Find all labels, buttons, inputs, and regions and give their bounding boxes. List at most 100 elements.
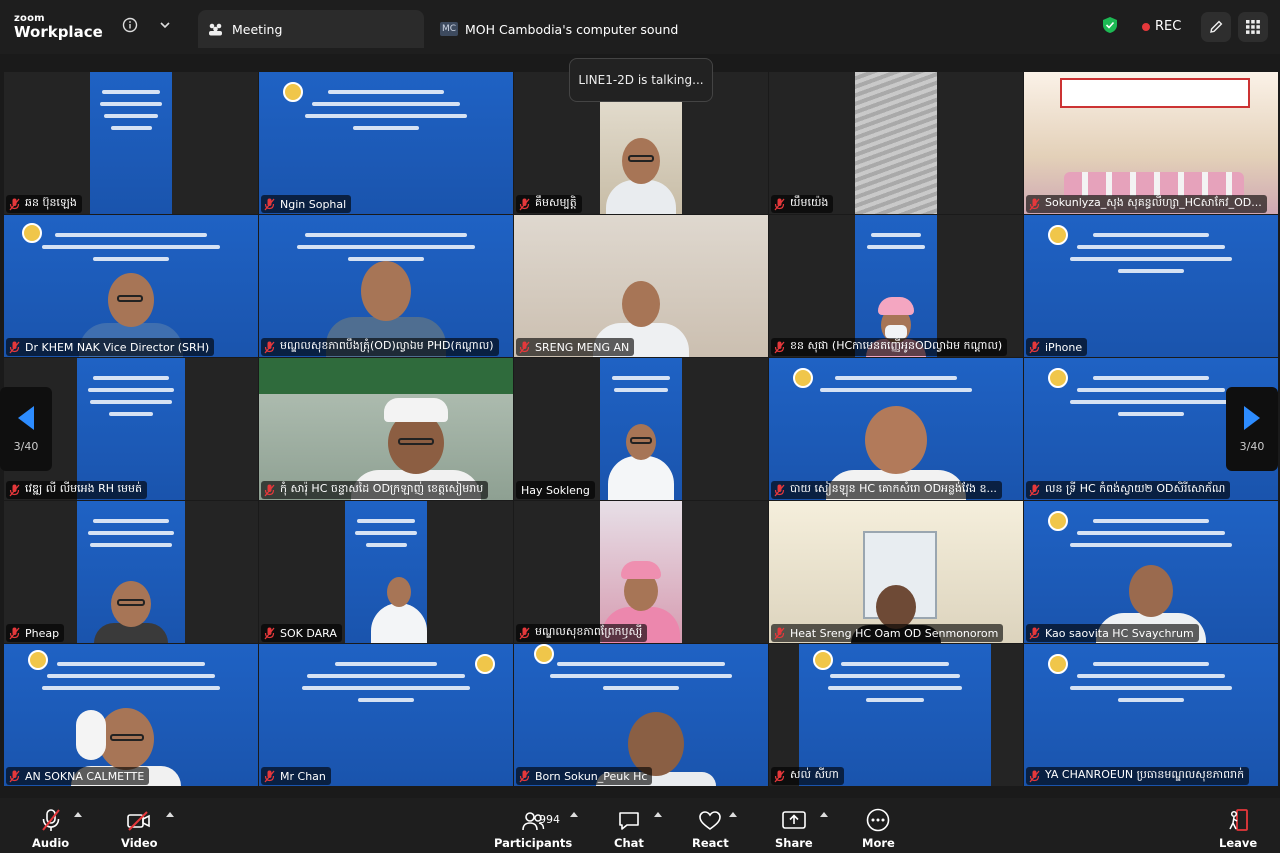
participant-name-label: Born Sokun_Peuk Hc — [516, 767, 653, 785]
video-feed — [600, 501, 682, 643]
video-off-icon — [126, 806, 152, 832]
video-feed — [514, 644, 768, 786]
participant-name: សល់ សីហា — [790, 768, 839, 781]
video-feed — [855, 215, 937, 357]
video-options-caret[interactable] — [166, 812, 174, 817]
mic-muted-icon — [40, 806, 62, 832]
chat-button[interactable]: Chat — [614, 806, 644, 850]
chat-options-caret[interactable] — [654, 812, 662, 817]
mic-muted-icon — [264, 198, 275, 210]
participant-silhouette — [371, 577, 427, 643]
video-tile[interactable]: SRENG MENG AN — [514, 215, 768, 357]
pencil-icon — [1208, 19, 1224, 35]
participant-name: iPhone — [1045, 340, 1083, 354]
video-tile[interactable]: Born Sokun_Peuk Hc — [514, 644, 768, 786]
participant-name-label: Heat Sreng HC Oam OD Senmonorom — [771, 624, 1004, 642]
participant-name: យឹមយ៉េង — [790, 196, 829, 209]
mic-muted-icon — [774, 198, 785, 210]
rec-label: REC — [1155, 19, 1182, 34]
video-tile[interactable]: Heat Sreng HC Oam OD Senmonorom — [769, 501, 1023, 643]
video-tile[interactable]: Sokunlyza_សុង សុគន្ធលីហ្សា_HCសាកែវ_OD... — [1024, 72, 1278, 214]
video-tile[interactable]: ខន សុផា (HCកាមេនតញ្ញើអូនODល្វាឯម កណ្តាល) — [769, 215, 1023, 357]
participant-name: Mr Chan — [280, 769, 326, 783]
participant-name: Ngin Sophal — [280, 197, 347, 211]
video-tile[interactable]: យឹមយ៉េង — [769, 72, 1023, 214]
share-source-badge: MC — [440, 22, 458, 36]
video-tile[interactable]: AN SOKNA CALMETTE — [4, 644, 258, 786]
top-bar: zoom Workplace Meeting MC MOH Cambodia's… — [0, 0, 1280, 54]
recording-indicator[interactable]: REC — [1142, 19, 1181, 34]
encryption-shield-icon[interactable] — [1099, 14, 1121, 36]
video-feed — [259, 72, 513, 214]
share-label: Share — [775, 836, 813, 850]
mic-muted-icon — [9, 341, 20, 353]
video-tile[interactable]: SOK DARA — [259, 501, 513, 643]
participant-name-label: Mr Chan — [261, 767, 331, 785]
participant-name-label: Ngin Sophal — [261, 195, 352, 213]
video-tile[interactable]: Kao saovita HC Svaychrum — [1024, 501, 1278, 643]
video-tile[interactable]: កុំ សារ៉ុ HC ចន្ទាសដៃ ODក្រឡាញ់ ខេត្តសៀម… — [259, 358, 513, 500]
react-options-caret[interactable] — [729, 812, 737, 817]
more-icon — [866, 806, 890, 832]
zoom-workplace-logo: zoom Workplace — [14, 14, 103, 40]
info-icon[interactable] — [119, 14, 141, 36]
video-tile[interactable]: សល់ សីហា — [769, 644, 1023, 786]
participant-silhouette — [94, 581, 168, 643]
participant-name-label: SOK DARA — [261, 624, 342, 642]
mic-muted-icon — [264, 341, 275, 353]
mic-muted-icon — [264, 484, 275, 496]
share-options-caret[interactable] — [820, 812, 828, 817]
tab-computer-sound[interactable]: MC MOH Cambodia's computer sound — [440, 10, 740, 48]
chevron-down-icon[interactable] — [154, 14, 176, 36]
active-speaker-toast: LINE1-2D is talking... — [569, 58, 713, 102]
video-tile[interactable]: ឆន ប៊ុនឡេង — [4, 72, 258, 214]
audio-button[interactable]: Audio — [32, 806, 69, 850]
tab-meeting[interactable]: Meeting — [198, 10, 424, 48]
tab-meeting-label: Meeting — [232, 21, 283, 37]
video-feed — [77, 358, 185, 500]
audio-options-caret[interactable] — [74, 812, 82, 817]
react-button[interactable]: React — [692, 806, 729, 850]
participant-name: SRENG MENG AN — [535, 340, 630, 354]
video-tile[interactable]: YA CHANROEUN ប្រធានមណ្ឌលសុខភាពរាក់ — [1024, 644, 1278, 786]
participants-button[interactable]: Participants — [494, 806, 572, 850]
leave-button[interactable]: Leave — [1219, 806, 1257, 850]
participant-name: គឹមសម្បត្តិ — [535, 196, 577, 209]
video-button[interactable]: Video — [121, 806, 158, 850]
participant-name: Sokunlyza_សុង សុគន្ធលីហ្សា_HCសាកែវ_OD... — [1045, 196, 1262, 209]
video-tile[interactable]: មណ្ឌលសុខភាពព្រែកឫស្សី — [514, 501, 768, 643]
participant-name-label: ខន សុផា (HCកាមេនតញ្ញើអូនODល្វាឯម កណ្តាល) — [771, 338, 1008, 356]
video-tile[interactable]: Dr KHEM NAK Vice Director (SRH) — [4, 215, 258, 357]
mic-muted-icon — [1029, 627, 1040, 639]
video-tile[interactable]: Pheap — [4, 501, 258, 643]
participant-name: កុំ សារ៉ុ HC ចន្ទាសដៃ ODក្រឡាញ់ ខេត្តសៀម… — [280, 482, 484, 495]
participant-name-label: យឹមយ៉េង — [771, 195, 834, 213]
video-feed — [4, 644, 258, 786]
recording-dot-icon — [1142, 22, 1150, 31]
video-tile[interactable]: មណ្ឌលសុខភាពបឹងត្រុំ(OD)ល្វាឯម PHD(កណ្តាល… — [259, 215, 513, 357]
video-tile[interactable]: Ngin Sophal — [259, 72, 513, 214]
gallery-grid: ឆន ប៊ុនឡេង Ngin Sophal គឹមសម្បត្តិ យឹមយ៉… — [4, 72, 1278, 788]
annotate-button[interactable] — [1201, 12, 1231, 42]
video-tile[interactable]: iPhone — [1024, 215, 1278, 357]
video-tile[interactable]: Hay Sokleng — [514, 358, 768, 500]
participant-name-label: Pheap — [6, 624, 65, 642]
participant-name-label: មណ្ឌលសុខភាពបឹងត្រុំ(OD)ល្វាឯម PHD(កណ្តាល… — [261, 338, 499, 356]
arrow-left-icon — [18, 405, 34, 430]
participants-options-caret[interactable] — [570, 812, 578, 817]
mic-muted-icon — [1029, 341, 1040, 353]
video-tile[interactable]: បាយ សៀនឡុន HC គោកសំរោ ODអន្លង់វែង ឧ... — [769, 358, 1023, 500]
heart-icon — [698, 806, 722, 832]
participant-name-label: SRENG MENG AN — [516, 338, 635, 356]
video-tile[interactable]: Mr Chan — [259, 644, 513, 786]
participant-name: Heat Sreng HC Oam OD Senmonorom — [790, 626, 999, 640]
previous-page-button[interactable]: 3/40 — [0, 387, 52, 471]
next-page-button[interactable]: 3/40 — [1226, 387, 1278, 471]
tab-computer-sound-label: MOH Cambodia's computer sound — [465, 21, 679, 37]
more-button[interactable]: More — [862, 806, 895, 850]
chat-icon — [617, 806, 641, 832]
mic-muted-icon — [519, 770, 530, 782]
share-button[interactable]: Share — [775, 806, 813, 850]
apps-grid-button[interactable] — [1238, 12, 1268, 42]
participant-name-label: មណ្ឌលសុខភាពព្រែកឫស្សី — [516, 624, 648, 642]
